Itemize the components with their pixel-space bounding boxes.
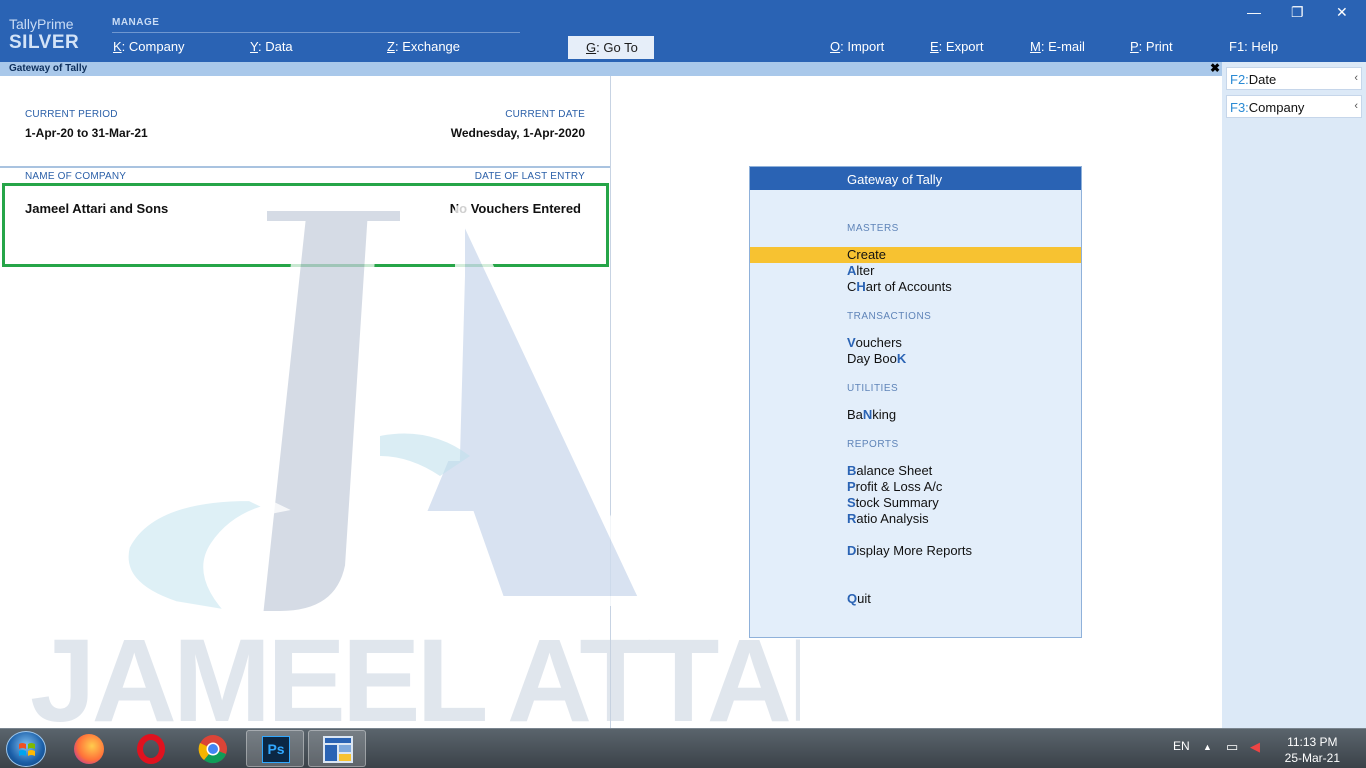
restore-icon[interactable]: ❐ — [1291, 4, 1304, 21]
action-center-icon[interactable]: ▭ — [1226, 739, 1238, 755]
firefox-icon — [74, 734, 104, 764]
menu-alter[interactable]: Alter — [847, 263, 874, 278]
menu-create[interactable]: Create — [847, 247, 886, 262]
minimize-icon[interactable]: — — [1247, 4, 1261, 20]
product-name: TallyPrime — [9, 16, 74, 32]
clock-date: 25-Mar-21 — [1284, 751, 1340, 765]
firefox-taskbar-button[interactable] — [60, 730, 118, 767]
windows-taskbar: Ps EN ▲ ▭ ◀ 11:13 PM 25-Mar-21 — [0, 728, 1366, 768]
menu-data[interactable]: Y: Data — [250, 39, 293, 54]
menu-goto[interactable]: G: Go To — [568, 36, 654, 59]
clock-time: 11:13 PM — [1287, 735, 1338, 749]
photoshop-taskbar-button[interactable]: Ps — [246, 730, 304, 767]
start-button[interactable] — [6, 731, 46, 767]
current-period: 1-Apr-20 to 31-Mar-21 — [25, 126, 148, 140]
menu-quit[interactable]: Quit — [847, 591, 871, 606]
current-period-label: CURRENT PERIOD — [25, 109, 118, 120]
menu-banking[interactable]: BaNking — [847, 407, 896, 422]
close-icon[interactable]: ✕ — [1336, 4, 1348, 21]
manage-divider — [112, 32, 520, 33]
volume-muted-icon[interactable]: ◀ — [1250, 739, 1260, 755]
date-button[interactable]: F2:Date ‹ — [1226, 67, 1362, 90]
menu-stock-summary[interactable]: Stock Summary — [847, 495, 939, 510]
menu-email[interactable]: M: E-mail — [1030, 39, 1085, 54]
edition-name: SILVER — [9, 32, 80, 53]
close-screen-icon[interactable]: ✖ — [1210, 61, 1220, 75]
screen-title: Gateway of Tally — [9, 63, 88, 74]
company-name-label: NAME OF COMPANY — [25, 171, 127, 182]
language-indicator[interactable]: EN — [1173, 739, 1190, 753]
system-clock[interactable]: 11:13 PM 25-Mar-21 — [1285, 734, 1340, 766]
last-entry-label: DATE OF LAST ENTRY — [474, 171, 585, 182]
chevron-left-icon: ‹ — [1354, 100, 1358, 112]
reports-label: REPORTS — [847, 439, 899, 450]
company-button[interactable]: F3:Company ‹ — [1226, 95, 1362, 118]
tally-icon — [323, 736, 353, 763]
menu-exchange[interactable]: Z: Exchange — [387, 39, 460, 54]
right-button-bar: F2:Date ‹ F3:Company ‹ — [1222, 62, 1366, 728]
utilities-label: UTILITIES — [847, 383, 899, 394]
last-entry: No Vouchers Entered — [449, 201, 581, 216]
chrome-icon — [198, 735, 227, 764]
menu-ratio-analysis[interactable]: Ratio Analysis — [847, 511, 929, 526]
menu-vouchers[interactable]: Vouchers — [847, 335, 902, 350]
windows-logo-icon — [19, 743, 35, 756]
menu-export[interactable]: E: Export — [930, 39, 983, 54]
chevron-left-icon: ‹ — [1354, 72, 1358, 84]
gateway-title: Gateway of Tally — [750, 167, 1081, 190]
transactions-label: TRANSACTIONS — [847, 311, 932, 322]
menu-chart-of-accounts[interactable]: CHart of Accounts — [847, 279, 952, 294]
menu-help[interactable]: F1: Help — [1229, 39, 1278, 54]
company-info-pane: CURRENT PERIOD 1-Apr-20 to 31-Mar-21 CUR… — [0, 76, 611, 728]
show-hidden-icons-icon[interactable]: ▲ — [1203, 742, 1212, 752]
top-menu-bar: TallyPrime SILVER MANAGE K: Company Y: D… — [0, 0, 1366, 62]
selection-highlight — [750, 247, 1081, 263]
menu-display-more-reports[interactable]: Display More Reports — [847, 543, 972, 558]
manage-label: MANAGE — [112, 17, 160, 28]
masters-label: MASTERS — [847, 223, 899, 234]
tally-taskbar-button[interactable] — [308, 730, 366, 767]
divider — [0, 166, 610, 168]
company-highlight-box — [2, 183, 609, 267]
opera-icon — [137, 734, 165, 764]
menu-company[interactable]: K: Company — [113, 39, 185, 54]
brand: TallyPrime SILVER — [9, 16, 79, 54]
screen-title-bar: Gateway of Tally ✖ — [0, 61, 1222, 76]
menu-print[interactable]: P: Print — [1130, 39, 1173, 54]
menu-import[interactable]: O: Import — [830, 39, 884, 54]
menu-balance-sheet[interactable]: Balance Sheet — [847, 463, 932, 478]
current-date: Wednesday, 1-Apr-2020 — [450, 126, 585, 140]
chrome-taskbar-button[interactable] — [184, 730, 242, 767]
opera-taskbar-button[interactable] — [122, 730, 180, 767]
photoshop-icon: Ps — [262, 736, 290, 763]
menu-day-book[interactable]: Day BooK — [847, 351, 906, 366]
gateway-menu: Gateway of Tally MASTERS Create Alter CH… — [749, 166, 1082, 638]
menu-profit-loss[interactable]: Profit & Loss A/c — [847, 479, 942, 494]
company-name[interactable]: Jameel Attari and Sons — [25, 201, 168, 216]
current-date-label: CURRENT DATE — [505, 109, 585, 120]
